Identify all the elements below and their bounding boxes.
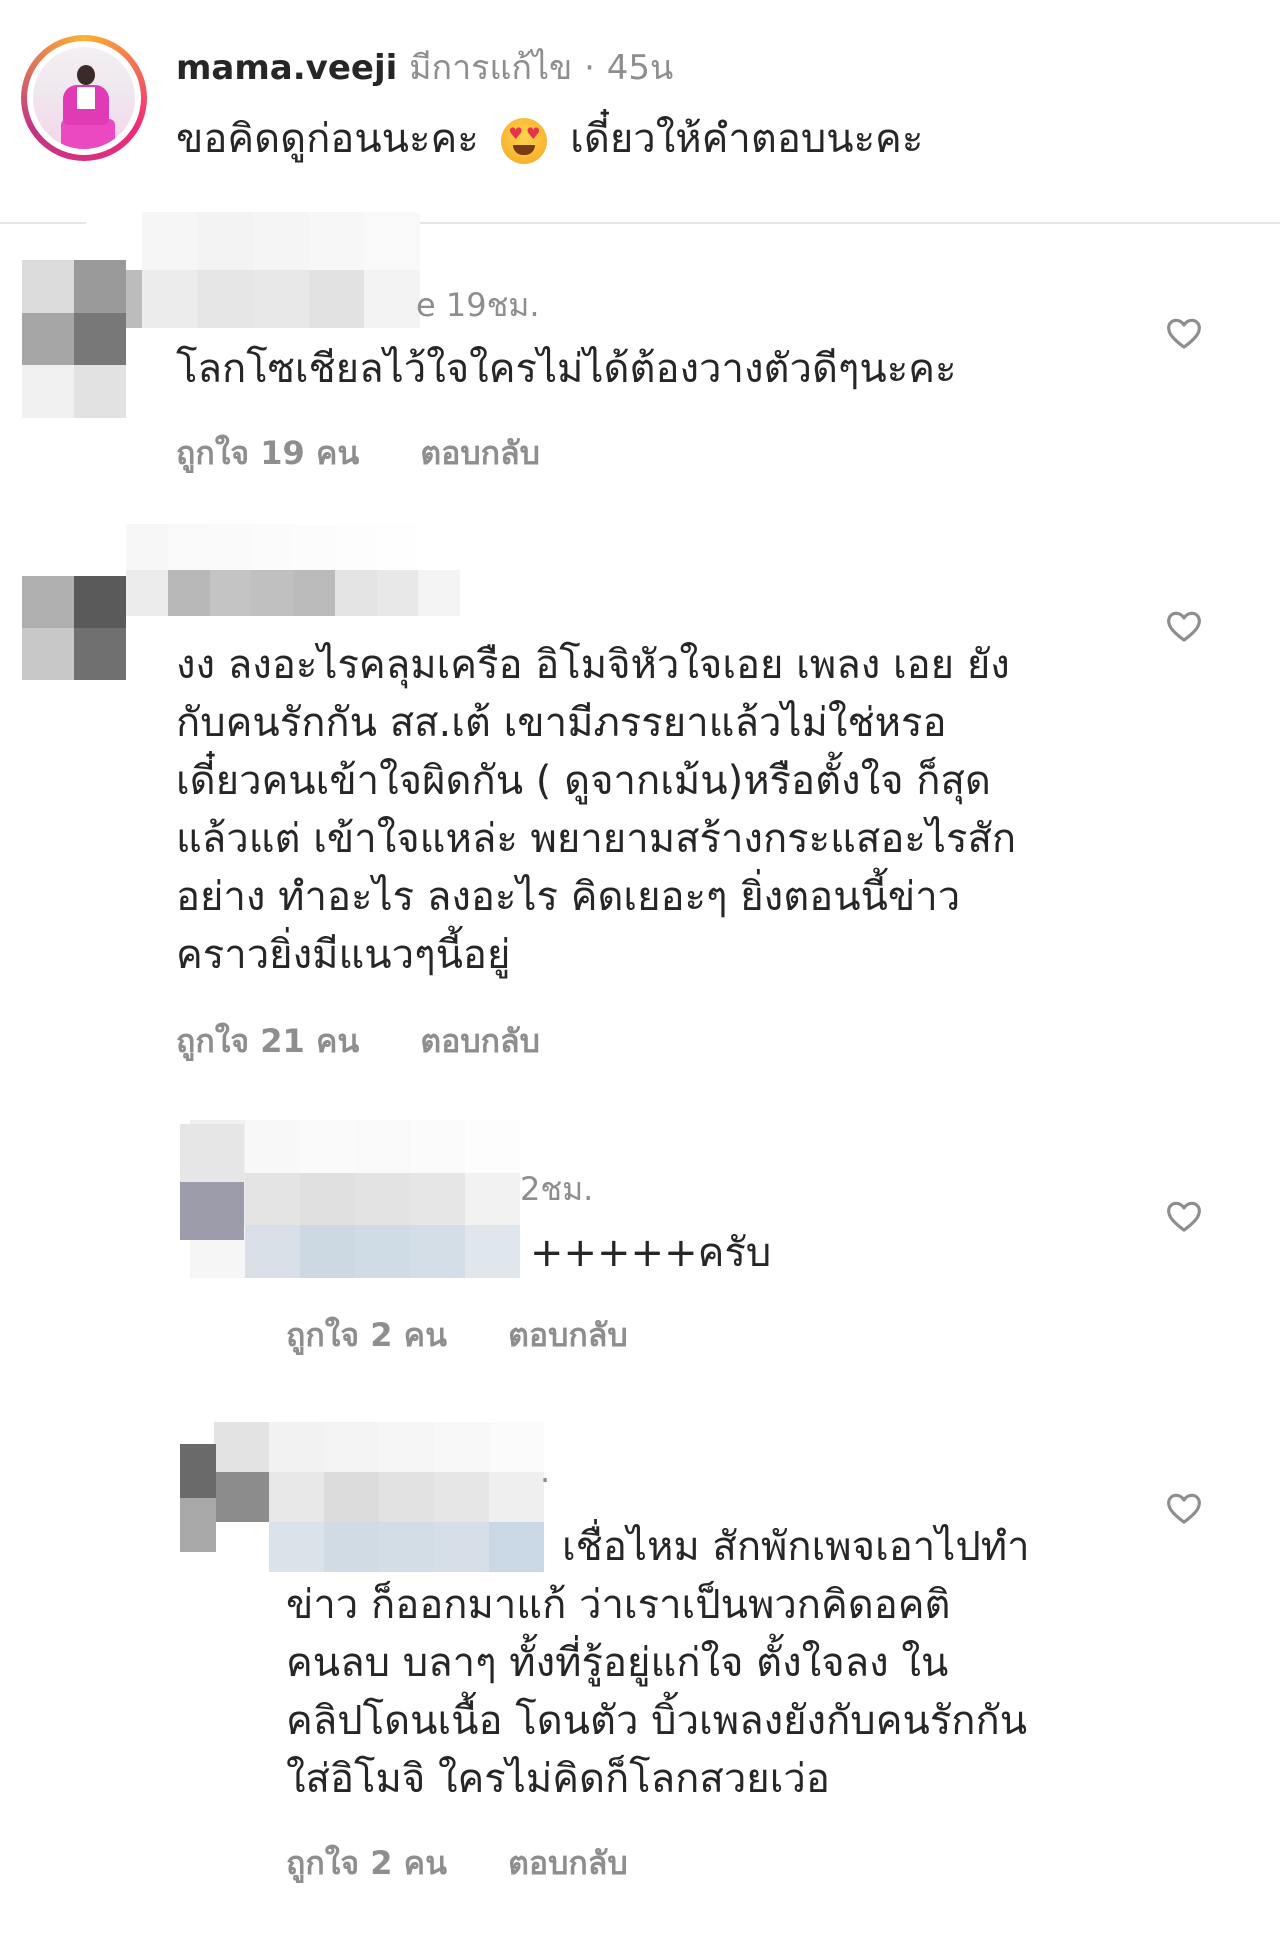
heart-outline-icon[interactable] (1164, 313, 1204, 353)
comment-line: อย่าง ทำอะไร ลงอะไร คิดเยอะๆ ยิ่งตอนนี้ข… (176, 874, 961, 920)
redacted-username-1 (86, 212, 420, 328)
comment-line: เดี๋ยวคนเข้าใจผิดกัน ( ดูจากเม้น)หรือตั้… (176, 758, 991, 804)
meta-separator: · (584, 48, 595, 88)
heart-eyes-emoji-icon (501, 118, 548, 164)
comment-text: งง ลงอะไรคลุมเครือ อิโมจิหัวใจเอย เพลง เ… (176, 636, 1016, 984)
reply-button[interactable]: ตอบกลับ (420, 434, 540, 472)
comment-actions: ถูกใจ 2 คน ตอบกลับ (286, 1310, 628, 1361)
comment-time: 2ชม. (520, 1170, 594, 1208)
redacted-avatar-4 (180, 1444, 216, 1552)
heart-outline-icon[interactable] (1164, 606, 1204, 646)
comment-text: +++++ครับ (530, 1230, 772, 1276)
edited-label: มีการแก้ไข (409, 48, 573, 88)
comment-line: ใส่อิโมจิ ใครไม่คิดก็โลกสวยเว่อ (286, 1756, 830, 1802)
post-header: mama.veeji มีการแก้ไข · 45น (176, 40, 673, 94)
comment-text: โลกโซเชียลไว้ใจใครไม่ได้ต้องวางตัวดีๆนะค… (176, 346, 957, 392)
reply-button[interactable]: ตอบกลับ (508, 1844, 628, 1882)
redacted-avatar-1 (22, 260, 126, 418)
likes-count[interactable]: ถูกใจ 2 คน (286, 1316, 447, 1354)
comment-line: คราวยิ่งมีแนวๆนี้อยู่ (176, 932, 511, 978)
post-time: 45น (606, 48, 674, 88)
comment-line: ข่าว ก็ออกมาแก้ ว่าเราเป็นพวกคิดอคติ (286, 1582, 951, 1628)
comment-line: งง ลงอะไรคลุมเครือ อิโมจิหัวใจเอย เพลง เ… (176, 642, 1010, 688)
reply-button[interactable]: ตอบกลับ (508, 1316, 628, 1354)
comment-line: เชื่อไหม สักพักเพจเอาไปทำ (562, 1524, 1030, 1570)
reply-button[interactable]: ตอบกลับ (420, 1022, 540, 1060)
comment-line: คนลบ บลาๆ ทั้งที่รู้อยู่แก่ใจ ตั้งใจลง ใ… (286, 1640, 949, 1686)
likes-count[interactable]: ถูกใจ 21 คน (176, 1022, 359, 1060)
comment-line: คลิปโดนเนื้อ โดนตัว บิ้วเพลงยังกับคนรักก… (286, 1698, 1028, 1744)
comment-actions: ถูกใจ 21 คน ตอบกลับ (176, 1016, 540, 1067)
caption-text-2: เดี๋ยวให้คำตอบนะคะ (570, 116, 924, 162)
poster-avatar[interactable] (21, 35, 147, 161)
redacted-avatar-2 (22, 576, 126, 680)
heart-outline-icon[interactable] (1164, 1196, 1204, 1236)
heart-outline-icon[interactable] (1164, 1488, 1204, 1528)
comment-text: เชื่อไหม สักพักเพจเอาไปทำ ข่าว ก็ออกมาแก… (286, 1518, 1030, 1808)
avatar-photo (33, 47, 135, 149)
post-caption: ขอคิดดูก่อนนะคะ เดี๋ยวให้คำตอบนะคะ (176, 106, 923, 170)
likes-count[interactable]: ถูกใจ 2 คน (286, 1844, 447, 1882)
comment-actions: ถูกใจ 19 คน ตอบกลับ (176, 428, 540, 479)
likes-count[interactable]: ถูกใจ 19 คน (176, 434, 359, 472)
comment-time: . (540, 1452, 551, 1490)
comment-line: กับคนรักกัน สส.เต้ เขามีภรรยาแล้วไม่ใช่ห… (176, 700, 947, 746)
redacted-username-2 (126, 524, 460, 616)
caption-text-1: ขอคิดดูก่อนนะคะ (176, 116, 479, 162)
comment-line: แล้วแต่ เข้าใจแหล่ะ พยายามสร้างกระแสอะไร… (176, 816, 1017, 862)
comment-time: e 19ชม. (416, 286, 540, 324)
comment-actions: ถูกใจ 2 คน ตอบกลับ (286, 1838, 628, 1889)
poster-username[interactable]: mama.veeji (176, 48, 397, 88)
redacted-avatar-3 (180, 1124, 244, 1240)
